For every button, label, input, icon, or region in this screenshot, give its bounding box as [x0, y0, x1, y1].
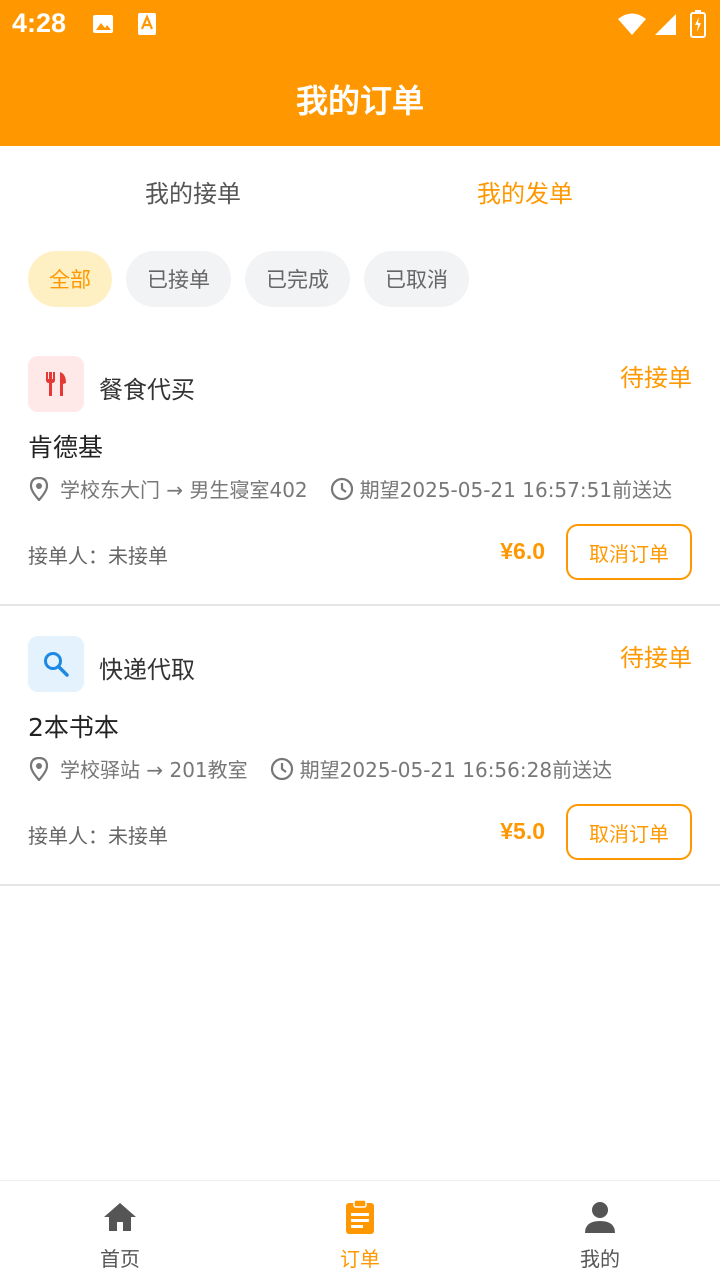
location-pin-icon — [29, 476, 49, 501]
location-pin-icon — [29, 756, 49, 781]
cancel-order-button[interactable]: 取消订单 — [566, 804, 692, 860]
order-price: ¥6.0 — [500, 538, 545, 564]
order-meta: 学校驿站 → 201教室 期望2025-05-21 16:56:28前送达 — [28, 754, 612, 783]
nav-orders-label: 订单 — [340, 1247, 380, 1271]
fork-knife-icon — [46, 372, 66, 396]
filter-completed[interactable]: 已完成 — [245, 251, 350, 307]
cancel-order-button[interactable]: 取消订单 — [566, 524, 692, 580]
order-meta: 学校东大门 → 男生寝室402 期望2025-05-21 16:57:51前送达 — [28, 474, 672, 503]
order-taker: 接单人：未接单 — [28, 544, 168, 568]
tab-my-accepted[interactable]: 我的接单 — [145, 174, 241, 209]
filter-cancelled[interactable]: 已取消 — [364, 251, 469, 307]
nav-orders[interactable]: 订单 — [240, 1181, 480, 1280]
font-notification-icon — [138, 13, 156, 35]
bottom-nav: 首页 订单 我的 — [0, 1180, 720, 1280]
app-header: 4:28 我的订单 — [0, 0, 720, 146]
category-icon-box — [28, 356, 84, 412]
clock-icon — [270, 757, 293, 780]
person-icon — [585, 1202, 615, 1233]
wifi-icon — [618, 13, 646, 35]
tab-my-posted[interactable]: 我的发单 — [477, 174, 573, 209]
order-expected-time: 期望2025-05-21 16:56:28前送达 — [299, 758, 613, 782]
status-time: 4:28 — [12, 8, 67, 38]
order-title: 2本书本 — [28, 713, 119, 742]
battery-icon — [690, 10, 706, 38]
image-notification-icon — [93, 15, 113, 33]
status-badge: 待接单 — [620, 364, 692, 392]
order-tabs: 我的接单 我的发单 — [0, 146, 720, 232]
order-route: 学校驿站 → 201教室 — [60, 758, 248, 782]
signal-icon — [655, 14, 676, 35]
nav-home[interactable]: 首页 — [0, 1181, 240, 1280]
order-expected-time: 期望2025-05-21 16:57:51前送达 — [359, 478, 673, 502]
category-name: 餐食代买 — [99, 376, 195, 404]
order-taker: 接单人：未接单 — [28, 824, 168, 848]
category-name: 快递代取 — [99, 656, 195, 684]
order-card[interactable]: 快递代取 待接单 2本书本 学校驿站 → 201教室 期望2025-05-21 … — [0, 606, 720, 886]
nav-me-label: 我的 — [580, 1247, 620, 1271]
search-icon — [44, 652, 69, 677]
order-title: 肯德基 — [28, 433, 104, 462]
clipboard-icon — [346, 1199, 374, 1234]
clock-icon — [330, 477, 353, 500]
status-bar: 4:28 — [0, 0, 720, 50]
nav-me[interactable]: 我的 — [480, 1181, 720, 1280]
category-icon-box — [28, 636, 84, 692]
filter-accepted[interactable]: 已接单 — [126, 251, 231, 307]
home-icon — [104, 1203, 136, 1231]
filter-all[interactable]: 全部 — [28, 251, 112, 307]
order-route: 学校东大门 → 男生寝室402 — [60, 478, 308, 502]
nav-home-label: 首页 — [100, 1247, 140, 1271]
page-title: 我的订单 — [295, 82, 424, 120]
status-badge: 待接单 — [620, 644, 692, 672]
order-price: ¥5.0 — [500, 818, 545, 844]
order-card[interactable]: 餐食代买 待接单 肯德基 学校东大门 → 男生寝室402 期望2025-05-2… — [0, 326, 720, 606]
